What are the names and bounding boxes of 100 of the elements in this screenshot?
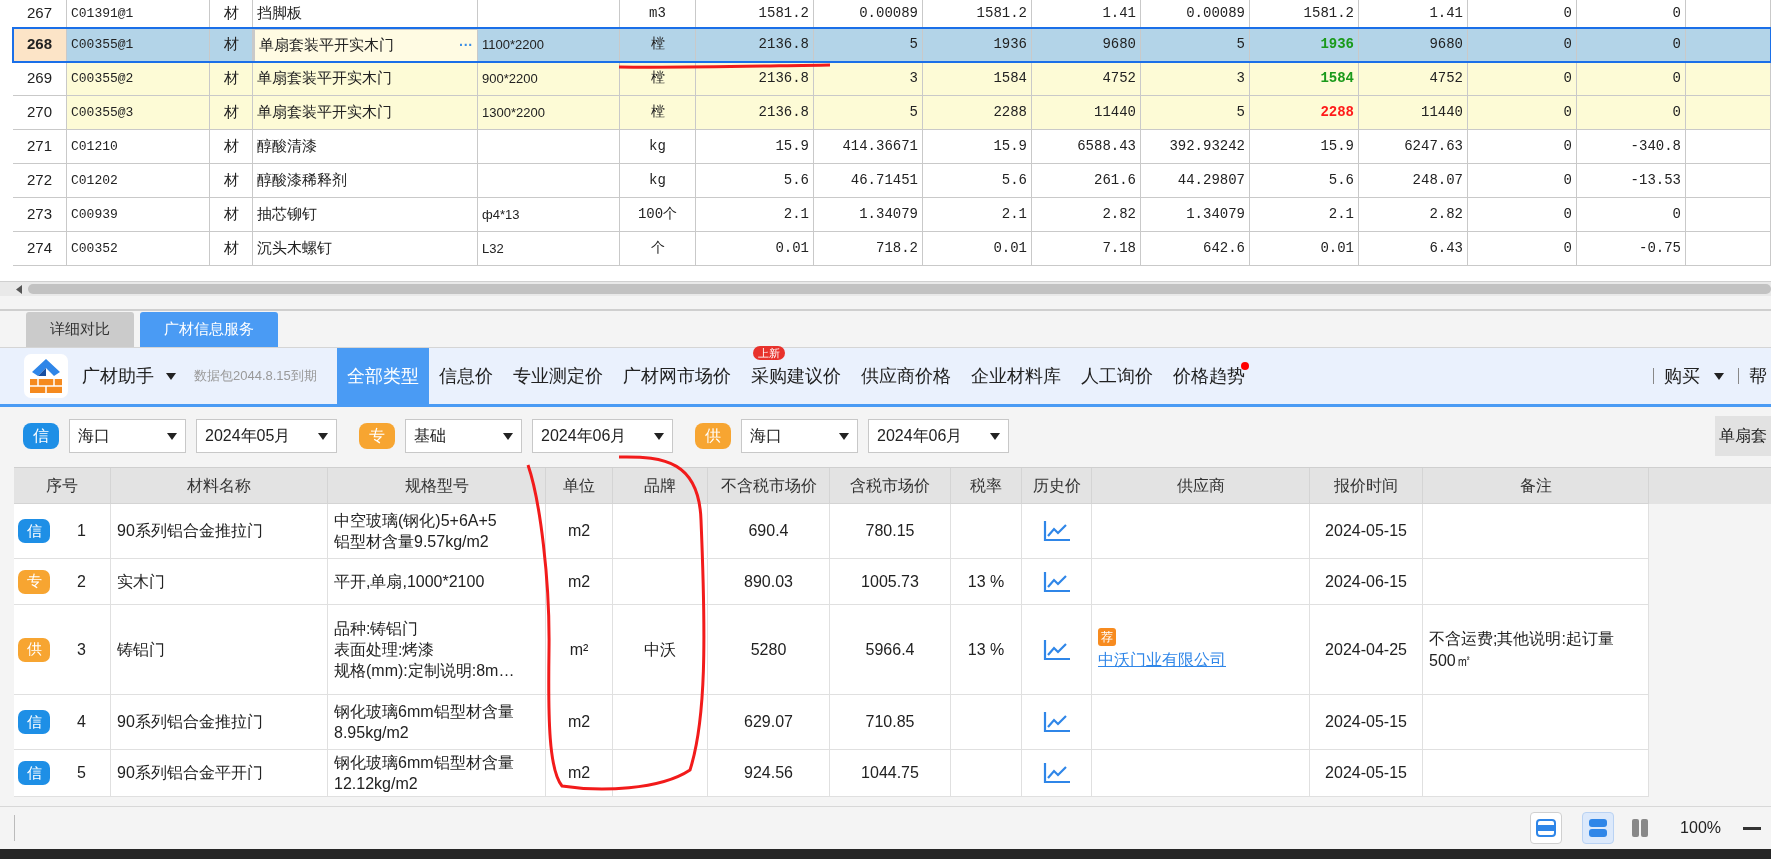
table-cell: 2024-05-15 [1310,504,1423,559]
table-cell: 7.18 [1032,232,1141,266]
caret-icon [654,432,664,440]
table-cell: 890.03 [708,559,830,605]
table-cell: 0 [1468,198,1577,232]
scrollbar-thumb[interactable] [28,284,1771,294]
table-cell: 15.9 [1250,130,1359,164]
table-cell: 414.36671 [814,130,923,164]
table-cell: 2.82 [1032,198,1141,232]
table-cell: 642.6 [1141,232,1250,266]
dropdown-select[interactable]: 2024年06月 [532,419,673,453]
table-cell: 个 [620,232,696,266]
table-cell: 材 [210,62,253,96]
table-cell: 1584 [923,62,1032,96]
table-cell: 5 [814,28,923,62]
view-toggle-button[interactable] [1582,812,1615,844]
category-tab[interactable]: 企业材料库 [960,348,1071,404]
category-tab[interactable]: 价格趋势 [1162,348,1255,404]
table-cell: 46.71451 [814,164,923,198]
table-cell: 3 [814,62,923,96]
dropdown-select[interactable]: 2024年05月 [196,419,337,453]
table-cell: 11440 [1032,96,1141,130]
stacked-panels-icon [1588,818,1609,838]
table-cell: 材 [210,28,253,62]
category-tab[interactable]: 上新 采购建议价 [740,348,851,404]
source-badge: 信 [18,710,50,734]
material-name-button[interactable]: 单扇套 [1715,416,1771,456]
table-cell: m2 [546,559,613,605]
panel-tab[interactable]: 详细对比 [26,312,134,347]
table-cell: 0 [1577,62,1686,96]
table-cell: 材 [210,232,253,266]
table-cell: C00352 [67,232,210,266]
row-number: 274 [13,232,67,266]
left-arrow-icon[interactable] [16,284,22,294]
table-cell: C00355@3 [67,96,210,130]
table-cell: 5280 [708,605,830,695]
table-cell-text: 平开,单扇,1000*2100 [334,572,485,592]
category-tab[interactable]: 供应商价格 [850,348,961,404]
table-cell-text: 12.12kg/m2 [334,774,418,794]
table-cell: 2136.8 [696,28,814,62]
table-cell-text: 钢化玻璃6mm铝型材含量 [334,702,514,722]
horizontal-scrollbar[interactable] [0,281,1771,296]
view-toggle-button[interactable] [1530,812,1563,844]
supplier-link[interactable]: 中沃门业有限公司 [1098,647,1226,672]
table-cell: 0 [1577,28,1686,62]
menu-button[interactable]: 购买 [1664,362,1728,390]
table-cell: 抽芯铆钉 [253,198,478,232]
table-cell: 1.34079 [814,198,923,232]
dropdown-select[interactable]: 海口 [741,419,858,453]
line-chart-icon[interactable] [1042,638,1071,661]
table-cell: ф4*13 [478,198,620,232]
minus-icon[interactable] [1743,826,1761,830]
row-number: 3 [77,639,86,660]
table-cell: 1100*2200 [478,28,620,62]
cell-editor[interactable]: 单扇套装平开实木门 ··· [253,28,478,62]
package-expiry-note: 数据包2044.8.15到期 [194,367,317,386]
category-tab[interactable]: 人工询价 [1070,348,1163,404]
table-cell: 15.9 [923,130,1032,164]
row-number: 2 [77,571,86,592]
table-cell-text: 铝型材含量9.57kg/m2 [334,532,489,552]
table-cell-text: 表面处理:烤漆 [334,640,435,660]
line-chart-icon[interactable] [1042,711,1071,733]
table-cell: 90系列铝合金推拉门 [111,695,328,750]
table-cell: 2024-06-15 [1310,559,1423,605]
table-cell: 醇酸漆稀释剂 [253,164,478,198]
table-cell: C00355@2 [67,62,210,96]
table-cell: m2 [546,695,613,750]
table-cell: 材 [210,130,253,164]
line-chart-icon[interactable] [1042,520,1071,542]
dropdown-select[interactable]: 海口 [69,419,186,453]
table-cell: 1584 [1250,62,1359,96]
dropdown-select[interactable]: 2024年06月 [868,419,1009,453]
table-cell: 13 % [951,559,1022,605]
table-cell: 780.15 [830,504,951,559]
table-cell: 1300*2200 [478,96,620,130]
table-cell-text: 8.95kg/m2 [334,723,409,743]
table-cell: 实木门 [111,559,328,605]
table-cell: 0.01 [696,232,814,266]
recommended-tag: 荐 [1098,627,1116,646]
table-cell: 1936 [1250,28,1359,62]
table-cell: 11440 [1359,96,1468,130]
table-cell: 樘 [620,96,696,130]
note-text: 500㎡ [1429,650,1472,671]
row-number: 5 [77,763,86,783]
table-cell: 2.1 [696,198,814,232]
source-badge: 供 [695,423,731,449]
table-cell: -340.8 [1577,130,1686,164]
category-tab[interactable]: 广材网市场价 [612,348,741,404]
table-cell: kg [620,164,696,198]
table-cell: 2288 [923,96,1032,130]
line-chart-icon[interactable] [1042,570,1071,593]
zoom-level: 100% [1680,818,1721,838]
line-chart-icon[interactable] [1042,762,1071,784]
category-tab[interactable]: 信息价 [428,348,503,404]
dropdown-select[interactable]: 基础 [405,419,522,453]
new-badge: 上新 [752,346,785,360]
category-tab[interactable]: 专业测定价 [502,348,613,404]
assistant-dropdown[interactable]: 广材助手 [82,362,176,390]
menu-button[interactable]: 帮 [1749,362,1771,390]
table-cell: 中沃 [613,605,708,695]
